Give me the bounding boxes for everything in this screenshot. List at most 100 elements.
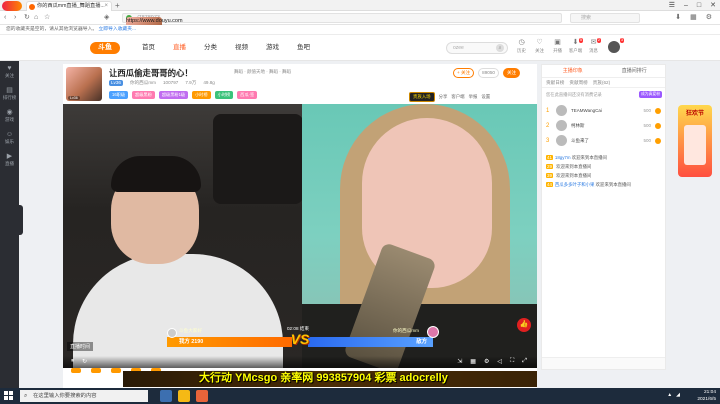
maximize-icon[interactable]: □: [697, 0, 701, 11]
webfullscreen-icon[interactable]: ⛶: [510, 358, 514, 365]
reload-icon[interactable]: ↻: [82, 358, 87, 365]
client-link[interactable]: 客户端: [451, 94, 464, 100]
tab-room-rank[interactable]: 直播间排行: [604, 65, 666, 77]
client-button[interactable]: ⬇ 客户端 5: [568, 38, 583, 54]
messages-label: 消息: [589, 48, 598, 53]
volume-icon[interactable]: ◢: [676, 392, 680, 398]
room-settings-button[interactable]: 设置: [481, 94, 490, 100]
become-fan-button[interactable]: 成为真爱粉: [639, 91, 662, 98]
settings-icon[interactable]: ⚙: [706, 13, 712, 23]
start-stream-button[interactable]: ▣ 开播: [550, 38, 565, 54]
network-icon[interactable]: ▲: [667, 392, 672, 398]
bookmark-star-icon[interactable]: ☆: [44, 13, 50, 23]
chat-message[interactable]: 39 欢迎来到本直播间: [546, 172, 661, 179]
windows-start-icon[interactable]: [4, 391, 13, 400]
history-button[interactable]: ◷ 历史: [514, 38, 529, 54]
chat-user[interactable]: 西瓜多多叶子和小果: [555, 182, 595, 187]
search-icon[interactable]: ⌕: [496, 44, 504, 52]
nav-game[interactable]: 游戏: [266, 35, 279, 61]
subtab-week[interactable]: 贡献周榜: [569, 78, 587, 87]
messages-button[interactable]: ✉ 消息 2: [586, 38, 601, 54]
report-button[interactable]: 举报: [469, 94, 478, 100]
clock[interactable]: 21:04 2021/6/5: [697, 388, 716, 403]
pause-icon[interactable]: ⏸: [71, 358, 74, 365]
follow-list-button[interactable]: ♡ 关注: [532, 38, 547, 54]
refresh-icon[interactable]: ↻: [24, 13, 30, 23]
new-tab-button[interactable]: +: [115, 0, 120, 11]
danmaku-icon[interactable]: ▦: [470, 358, 476, 365]
close-tab-icon[interactable]: ×: [104, 2, 108, 11]
menu-icon[interactable]: ☰: [669, 0, 675, 11]
nav-category[interactable]: 分类: [204, 35, 217, 61]
browser-tab[interactable]: 你的西瓜mm直播_舞蹈直播... ×: [26, 1, 112, 11]
rank-row[interactable]: 1 TEAMWangCai 500: [542, 103, 665, 118]
extensions-icon[interactable]: ▦: [690, 13, 697, 23]
pip-icon[interactable]: ⇲: [457, 358, 462, 365]
close-window-icon[interactable]: ✕: [710, 0, 716, 11]
tag-badge[interactable]: 16职级: [109, 91, 129, 99]
streamer-name[interactable]: 你的西瓜mm: [130, 80, 156, 86]
subtab-day[interactable]: 贡献日榜: [546, 78, 564, 87]
browser-icon[interactable]: [196, 390, 208, 402]
chat-user[interactable]: 18gy7m: [555, 155, 571, 160]
import-bookmarks-link[interactable]: 立即导入收藏夹...: [99, 27, 137, 32]
nav-yuba[interactable]: 鱼吧: [297, 35, 310, 61]
ad-text[interactable]: 大行动 YMcsgo 亲率网 993857904 彩票 adocrelly: [199, 369, 448, 387]
streamer-avatar[interactable]: Lv36: [66, 67, 102, 101]
file-explorer-icon[interactable]: [178, 390, 190, 402]
tab-streamer-impression[interactable]: 主播印象: [542, 65, 604, 77]
nav-live[interactable]: 直播: [173, 35, 186, 61]
tag-badge[interactable]: 小时榜: [214, 91, 234, 99]
chat-message[interactable]: 44 西瓜多多叶子和小果 欢迎来到本直播间: [546, 181, 661, 188]
gift-icon[interactable]: [111, 368, 121, 373]
chat-message[interactable]: 41 18gy7m 欢迎来到本直播间: [546, 154, 661, 161]
sidebar-item-live[interactable]: ▶ 直播: [0, 149, 19, 171]
pk-right-avatar[interactable]: [427, 326, 439, 338]
tag-badge[interactable]: 小时榜: [192, 91, 211, 99]
chat-input-area[interactable]: [542, 357, 665, 369]
gift-icon[interactable]: [91, 368, 101, 373]
sidebar-collapse-handle[interactable]: [19, 205, 23, 235]
home-icon[interactable]: ⌂: [34, 13, 38, 23]
task-view-icon[interactable]: [160, 390, 172, 402]
rank-row[interactable]: 2 柯林斯 500: [542, 118, 665, 133]
forward-icon[interactable]: ›: [14, 13, 16, 23]
rank-row[interactable]: 3 斗鱼来了 500: [542, 133, 665, 148]
sidebar-item-game[interactable]: ◉ 游戏: [0, 105, 19, 127]
taskbar-search[interactable]: ⌕ 在这里输入你要搜索的内容: [20, 390, 148, 402]
minimize-icon[interactable]: –: [684, 0, 688, 11]
volume-icon[interactable]: ◁: [497, 358, 502, 365]
subtab-noble[interactable]: 贵族(62): [593, 78, 610, 87]
like-button[interactable]: 👍: [517, 318, 531, 332]
event-promo[interactable]: 狂欢节: [678, 105, 712, 177]
nav-home[interactable]: 首页: [142, 35, 155, 61]
follow-solid-button[interactable]: 关注: [502, 68, 521, 78]
tag-badge[interactable]: 超级黑粉1级: [158, 91, 189, 99]
shield-icon[interactable]: ◈: [104, 13, 109, 23]
url-field[interactable]: https://www.douyu.com/7878973: [122, 13, 562, 51]
browser-logo[interactable]: [2, 1, 22, 11]
share-button[interactable]: 分享: [439, 94, 448, 100]
video-player[interactable]: 直播时间 斗鱼大家好 我方 2190 02:08 结束 VS 你的西瓜mm 敌方…: [63, 104, 537, 368]
fullscreen-icon[interactable]: ⤢: [522, 358, 527, 365]
back-icon[interactable]: ‹: [4, 13, 6, 23]
vip-entry-button[interactable]: 贵族入场: [409, 92, 435, 102]
sidebar-item-ranking[interactable]: ▤ 排行榜: [0, 83, 19, 105]
pk-left-avatar[interactable]: [167, 328, 177, 338]
quality-icon[interactable]: ⚙: [484, 358, 489, 365]
douyu-logo[interactable]: 斗鱼: [90, 42, 120, 54]
chat-message[interactable]: 29 欢迎来到本直播间: [546, 163, 661, 170]
tag-badge[interactable]: 超级黑粉: [132, 91, 155, 99]
follow-button[interactable]: + 关注: [453, 68, 475, 78]
gift-icon[interactable]: [71, 368, 81, 373]
tag-badge[interactable]: 西瓜·签: [237, 91, 258, 99]
room-category[interactable]: 舞蹈 · 颜值天地 · 舞蹈 · 舞蹈: [234, 69, 291, 75]
sidebar-item-entertainment[interactable]: ☺ 娱乐: [0, 127, 19, 149]
site-search-input[interactable]: ozee ⌕: [446, 42, 508, 54]
user-level: 44: [546, 182, 553, 187]
nav-video[interactable]: 视频: [235, 35, 248, 61]
sidebar-item-follow[interactable]: ♥ 关注: [0, 61, 19, 83]
downloads-icon[interactable]: ⬇: [675, 13, 681, 23]
user-avatar[interactable]: 3: [608, 38, 624, 53]
browser-search-input[interactable]: 搜索: [570, 13, 640, 23]
